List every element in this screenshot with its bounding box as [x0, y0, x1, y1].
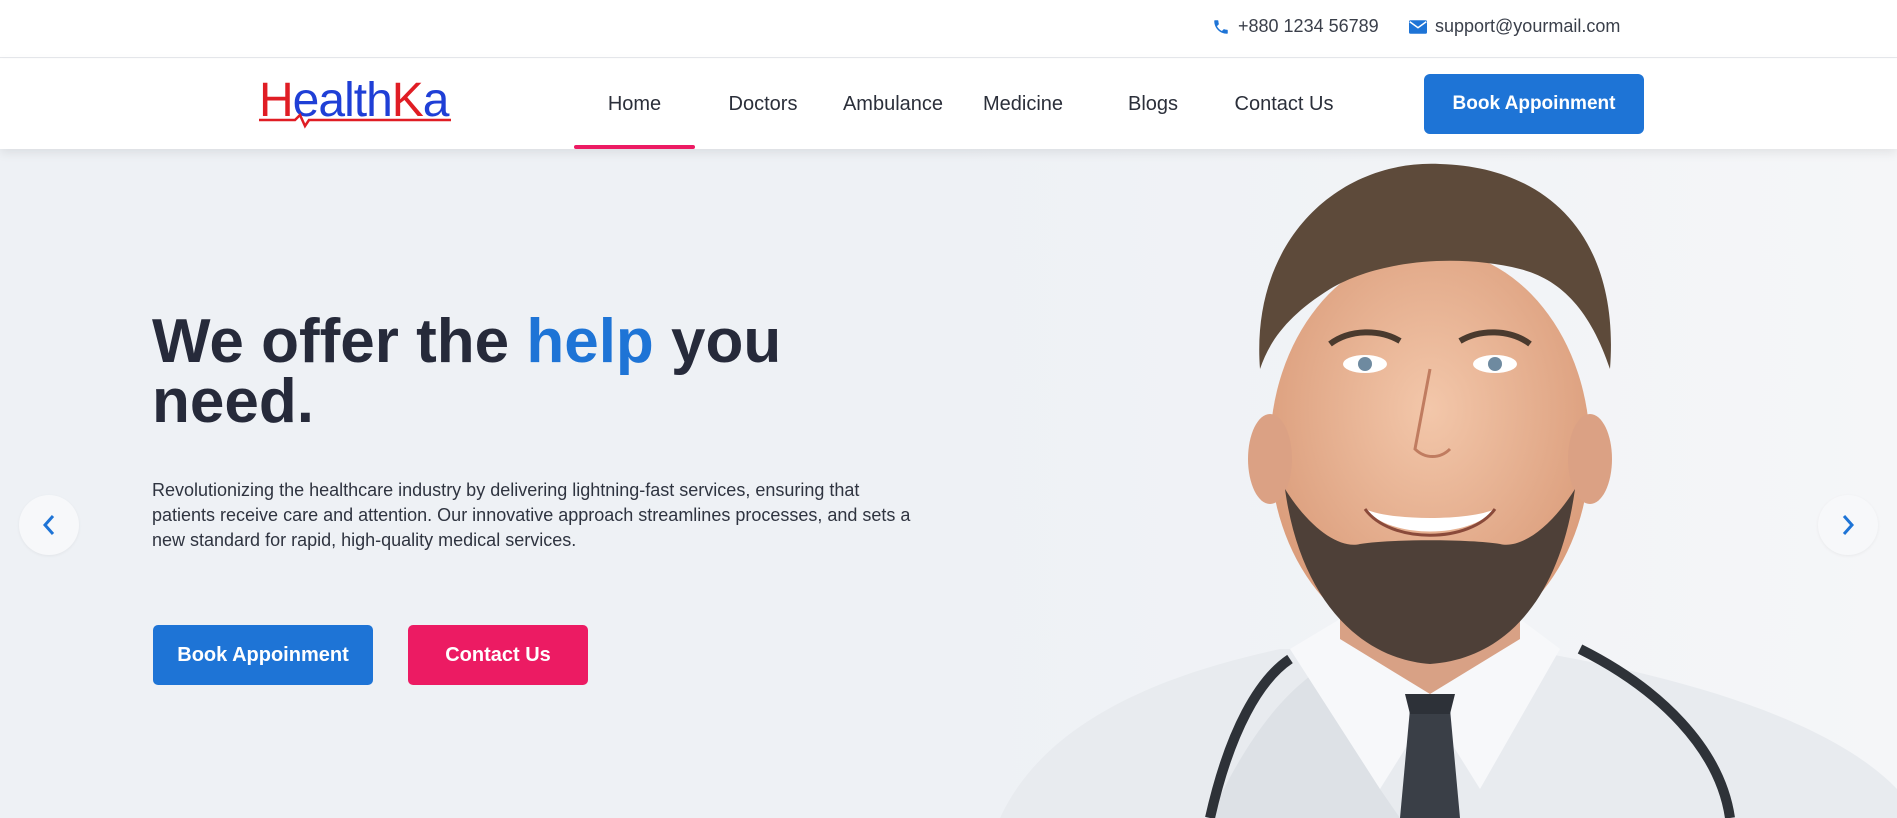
- slider-next-button[interactable]: [1818, 495, 1878, 555]
- book-appointment-button[interactable]: Book Appoinment: [153, 625, 373, 685]
- hero-headline: We offer the help you need.: [152, 311, 872, 433]
- nav-item-contact-us[interactable]: Contact Us: [1221, 59, 1347, 149]
- phone-contact[interactable]: +880 1234 56789: [1212, 16, 1379, 37]
- hero-description: Revolutionizing the healthcare industry …: [152, 480, 911, 550]
- nav-item-medicine[interactable]: Medicine: [970, 59, 1076, 149]
- main-navbar: HealthKa Home Doctors Ambulance Medicine…: [0, 59, 1897, 149]
- nav-item-ambulance[interactable]: Ambulance: [833, 59, 953, 149]
- brand-logo[interactable]: HealthKa: [259, 73, 451, 129]
- headline-text: We offer the: [152, 307, 510, 376]
- heartbeat-line-icon: [259, 113, 451, 129]
- phone-icon: [1212, 18, 1230, 36]
- email-address: support@yourmail.com: [1435, 16, 1621, 36]
- chevron-left-icon: [42, 515, 55, 535]
- headline-accent: help: [526, 307, 654, 376]
- nav-item-blogs[interactable]: Blogs: [1110, 59, 1196, 149]
- nav-item-doctors[interactable]: Doctors: [715, 59, 811, 149]
- doctor-photo: [960, 149, 1897, 818]
- contact-us-button[interactable]: Contact Us: [408, 625, 588, 685]
- hero-slider: We offer the help you need. Revolutioniz…: [0, 149, 1897, 818]
- slider-prev-button[interactable]: [19, 495, 79, 555]
- book-appointment-nav-button[interactable]: Book Appoinment: [1424, 74, 1644, 134]
- email-contact[interactable]: support@yourmail.com: [1409, 16, 1620, 37]
- envelope-icon: [1409, 19, 1427, 34]
- top-contact-bar: +880 1234 56789 support@yourmail.com: [0, 0, 1897, 58]
- chevron-right-icon: [1842, 515, 1855, 535]
- phone-number: +880 1234 56789: [1238, 16, 1379, 36]
- nav-item-home[interactable]: Home: [574, 59, 695, 149]
